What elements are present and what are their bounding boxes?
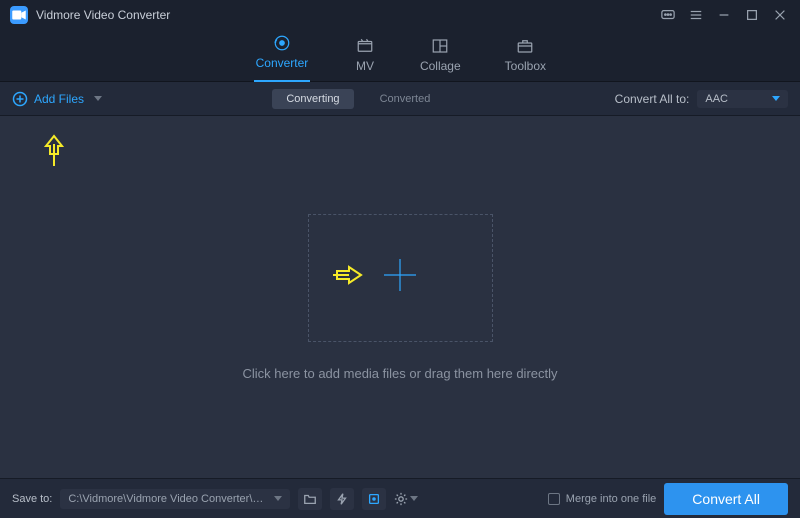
workspace: Click here to add media files or drag th… [0, 116, 800, 478]
add-files-button[interactable]: Add Files [12, 91, 102, 107]
convert-all-button[interactable]: Convert All [664, 483, 788, 515]
tab-collage[interactable]: Collage [420, 37, 461, 75]
chevron-down-icon [772, 96, 780, 101]
save-path-value: C:\Vidmore\Vidmore Video Converter\Conve… [68, 493, 270, 505]
tab-label: MV [356, 59, 374, 73]
main-tab-bar: Converter MV Collage Toolbox [0, 30, 800, 82]
minimize-icon[interactable] [714, 5, 734, 25]
close-icon[interactable] [770, 5, 790, 25]
title-bar: Vidmore Video Converter [0, 0, 800, 30]
drop-hint: Click here to add media files or drag th… [242, 366, 557, 381]
tab-label: Collage [420, 59, 461, 73]
format-value: AAC [705, 93, 728, 105]
filter-converted[interactable]: Converted [366, 89, 445, 109]
tab-converter[interactable]: Converter [254, 34, 310, 78]
annotation-arrow-up [40, 132, 68, 173]
format-select[interactable]: AAC [697, 90, 788, 108]
footer-bar: Save to: C:\Vidmore\Vidmore Video Conver… [0, 478, 800, 518]
chevron-down-icon [274, 496, 282, 501]
save-path-select[interactable]: C:\Vidmore\Vidmore Video Converter\Conve… [60, 489, 290, 509]
save-to-label: Save to: [12, 493, 52, 505]
checkbox-icon [548, 493, 560, 505]
tab-toolbox[interactable]: Toolbox [505, 37, 546, 75]
plus-icon [382, 257, 418, 298]
hardware-accel-button[interactable] [330, 488, 354, 510]
merge-label: Merge into one file [566, 493, 657, 505]
gpu-toggle-button[interactable] [362, 488, 386, 510]
drop-zone[interactable] [308, 214, 493, 342]
app-title: Vidmore Video Converter [36, 8, 170, 22]
feedback-icon[interactable] [658, 5, 678, 25]
maximize-icon[interactable] [742, 5, 762, 25]
add-files-label: Add Files [34, 92, 84, 106]
tab-label: Converter [256, 56, 309, 70]
app-logo-icon [10, 6, 28, 24]
chevron-down-icon [94, 96, 102, 101]
open-folder-button[interactable] [298, 488, 322, 510]
filter-converting[interactable]: Converting [272, 89, 353, 109]
convert-all-label: Convert All to: [615, 92, 690, 106]
chevron-down-icon [410, 496, 418, 501]
annotation-arrow-right [331, 261, 367, 294]
sub-toolbar: Add Files Converting Converted Convert A… [0, 82, 800, 116]
menu-icon[interactable] [686, 5, 706, 25]
tab-label: Toolbox [505, 59, 546, 73]
merge-checkbox[interactable]: Merge into one file [548, 493, 657, 505]
tab-mv[interactable]: MV [354, 37, 376, 75]
settings-button[interactable] [394, 488, 418, 510]
